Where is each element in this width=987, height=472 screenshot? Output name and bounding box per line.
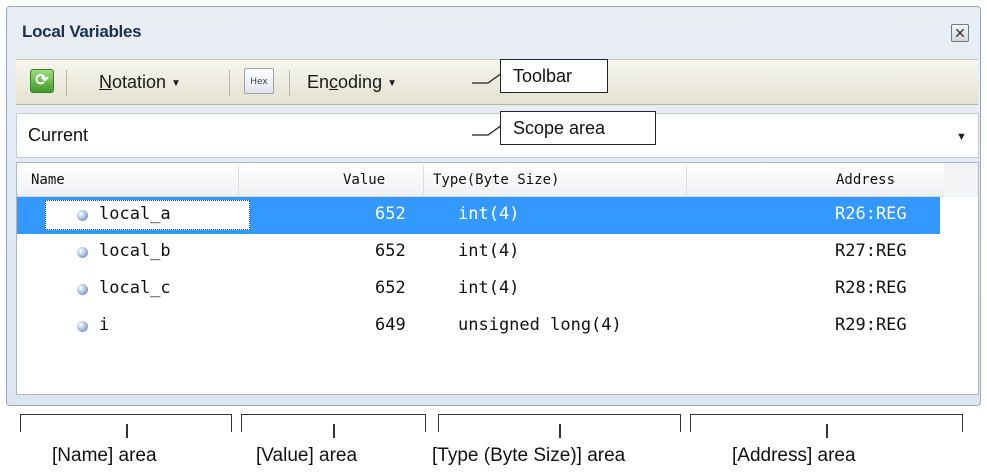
column-header-address[interactable]: Address <box>836 172 895 188</box>
header-filler <box>944 163 978 197</box>
variable-icon <box>77 247 88 258</box>
table-row[interactable]: local_a 652 int(4) R26:REG <box>17 197 940 234</box>
chevron-down-icon: ▼ <box>171 78 181 89</box>
refresh-icon[interactable]: ⟳ <box>30 69 54 93</box>
address-area-label: [Address] area <box>732 445 856 466</box>
cell-value: 652 <box>375 204 406 224</box>
bracket-tick <box>333 424 335 438</box>
table-row[interactable]: i 649 unsigned long(4) R29:REG <box>17 308 940 345</box>
value-area-label: [Value] area <box>256 445 358 466</box>
cell-value: 649 <box>375 315 406 335</box>
type-area-label: [Type (Byte Size)] area <box>432 445 626 466</box>
column-header-value[interactable]: Value <box>343 172 385 188</box>
panel-title: Local Variables <box>22 22 142 41</box>
toolbar-separator <box>66 70 67 96</box>
table-row[interactable]: local_b 652 int(4) R27:REG <box>17 234 940 271</box>
toolbar-callout: Toolbar <box>500 59 608 93</box>
bracket-tick <box>126 424 128 438</box>
cell-address: R26:REG <box>835 204 907 224</box>
cell-type: int(4) <box>458 278 520 298</box>
cell-name: local_c <box>99 278 171 298</box>
variable-icon <box>77 321 88 332</box>
cell-value: 652 <box>375 241 406 261</box>
toolbar-separator <box>289 70 290 96</box>
chevron-down-icon[interactable]: ▼ <box>956 131 967 143</box>
cell-type: int(4) <box>458 204 520 224</box>
column-header-name[interactable]: Name <box>31 172 65 188</box>
hex-display-icon[interactable]: Hex <box>244 68 274 94</box>
notation-button[interactable]: Notation ▼ <box>99 72 181 93</box>
column-divider[interactable] <box>423 165 424 195</box>
column-divider[interactable] <box>686 165 687 195</box>
cell-address: R28:REG <box>835 278 907 298</box>
name-area-label: [Name] area <box>52 445 157 466</box>
cell-value: 652 <box>375 278 406 298</box>
cell-type: unsigned long(4) <box>458 315 622 335</box>
bracket-tick <box>826 424 828 438</box>
table-row[interactable]: local_c 652 int(4) R28:REG <box>17 271 940 308</box>
cell-address: R29:REG <box>835 315 907 335</box>
bracket-tick <box>559 424 561 438</box>
column-header-type[interactable]: Type(Byte Size) <box>433 172 559 188</box>
close-icon[interactable]: ✕ <box>951 24 969 42</box>
variable-icon <box>77 210 88 221</box>
scope-callout: Scope area <box>500 111 656 145</box>
cell-address: R27:REG <box>835 241 907 261</box>
chevron-down-icon: ▼ <box>387 78 397 89</box>
toolbar-separator <box>229 70 230 96</box>
scope-value: Current <box>28 125 89 145</box>
cell-name: local_b <box>99 241 171 261</box>
encoding-button[interactable]: Encoding ▼ <box>307 72 397 93</box>
cell-name: i <box>99 315 110 335</box>
column-divider[interactable] <box>238 165 239 195</box>
cell-name: local_a <box>99 204 171 224</box>
cell-type: int(4) <box>458 241 520 261</box>
variable-icon <box>77 284 88 295</box>
